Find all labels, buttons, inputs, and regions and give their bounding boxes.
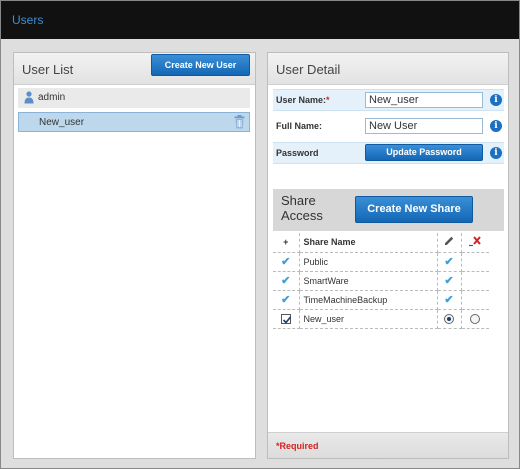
share-name: SmartWare: [299, 271, 438, 291]
user-list-panel: User List Create New User admin New_user: [13, 52, 256, 459]
page-title[interactable]: Users: [12, 13, 43, 27]
share-row-new-user: New_user: [273, 309, 489, 329]
required-marker: *: [326, 95, 330, 105]
user-name-row: User Name:* i: [273, 89, 504, 111]
share-table: + Share Name ✔ Public ✔ ✔ SmartWare ✔ ✔ …: [273, 233, 489, 329]
share-deny-cell: [461, 271, 489, 291]
info-icon[interactable]: i: [490, 94, 502, 106]
share-row-timemachinebackup: ✔ TimeMachineBackup ✔: [273, 290, 489, 310]
update-password-button[interactable]: Update Password: [365, 144, 483, 161]
share-access-title: Share Access: [281, 193, 323, 223]
share-access-checkbox[interactable]: [280, 313, 291, 324]
user-list-title: User List: [22, 62, 74, 77]
share-access-header: Share Access Create New Share: [273, 189, 504, 231]
share-deny-radio[interactable]: [470, 313, 481, 324]
share-table-header: + Share Name: [273, 233, 489, 253]
info-icon[interactable]: i: [490, 120, 502, 132]
share-access-section: Share Access Create New Share + Share Na…: [273, 189, 504, 337]
required-note: *Required: [276, 441, 319, 451]
share-row-public: ✔ Public ✔: [273, 252, 489, 272]
top-bar: Users: [1, 1, 519, 39]
share-name: Public: [299, 252, 438, 272]
create-new-user-button[interactable]: Create New User: [151, 54, 250, 76]
user-list-item-label: admin: [38, 92, 66, 103]
user-list-item-new-user[interactable]: New_user: [18, 112, 250, 132]
content-area: User List Create New User admin New_user: [1, 39, 519, 468]
user-name-field[interactable]: [365, 92, 483, 108]
deny-column-header: [461, 233, 489, 253]
share-name: TimeMachineBackup: [299, 290, 438, 310]
share-name: New_user: [299, 309, 438, 329]
share-name-column-header: Share Name: [299, 233, 438, 253]
user-icon: [24, 91, 34, 104]
user-detail-header: User Detail: [268, 53, 508, 85]
share-write-check-icon: ✔: [437, 252, 462, 272]
user-detail-panel: User Detail User Name:* i Full Name: i P…: [267, 52, 509, 459]
full-name-row: Full Name: i: [273, 116, 504, 138]
share-deny-cell: [461, 252, 489, 272]
user-list-item-label: New_user: [39, 117, 85, 128]
deny-x-icon: [469, 236, 482, 247]
full-name-label: Full Name:: [276, 121, 323, 131]
user-name-label: User Name:*: [276, 95, 330, 105]
add-column-header[interactable]: +: [273, 233, 300, 253]
create-new-share-button[interactable]: Create New Share: [355, 196, 473, 223]
share-deny-cell: [461, 290, 489, 310]
password-label: Password: [276, 148, 319, 158]
info-icon[interactable]: i: [490, 147, 502, 159]
share-write-check-icon: ✔: [437, 271, 462, 291]
share-write-radio[interactable]: [444, 313, 454, 324]
user-list-item-admin[interactable]: admin: [18, 88, 250, 108]
pencil-icon: [445, 237, 454, 246]
share-access-check-icon: ✔: [273, 290, 300, 310]
user-detail-footer: *Required: [268, 432, 508, 458]
password-row: Password Update Password i: [273, 142, 504, 164]
full-name-field[interactable]: [365, 118, 483, 134]
write-column-header: [437, 233, 462, 253]
share-write-check-icon: ✔: [437, 290, 462, 310]
share-access-check-icon: ✔: [273, 271, 300, 291]
checkmark-icon: [282, 316, 291, 324]
trash-icon[interactable]: [234, 115, 245, 129]
share-access-check-icon: ✔: [273, 252, 300, 272]
user-detail-title: User Detail: [276, 62, 341, 77]
share-row-smartware: ✔ SmartWare ✔: [273, 271, 489, 291]
